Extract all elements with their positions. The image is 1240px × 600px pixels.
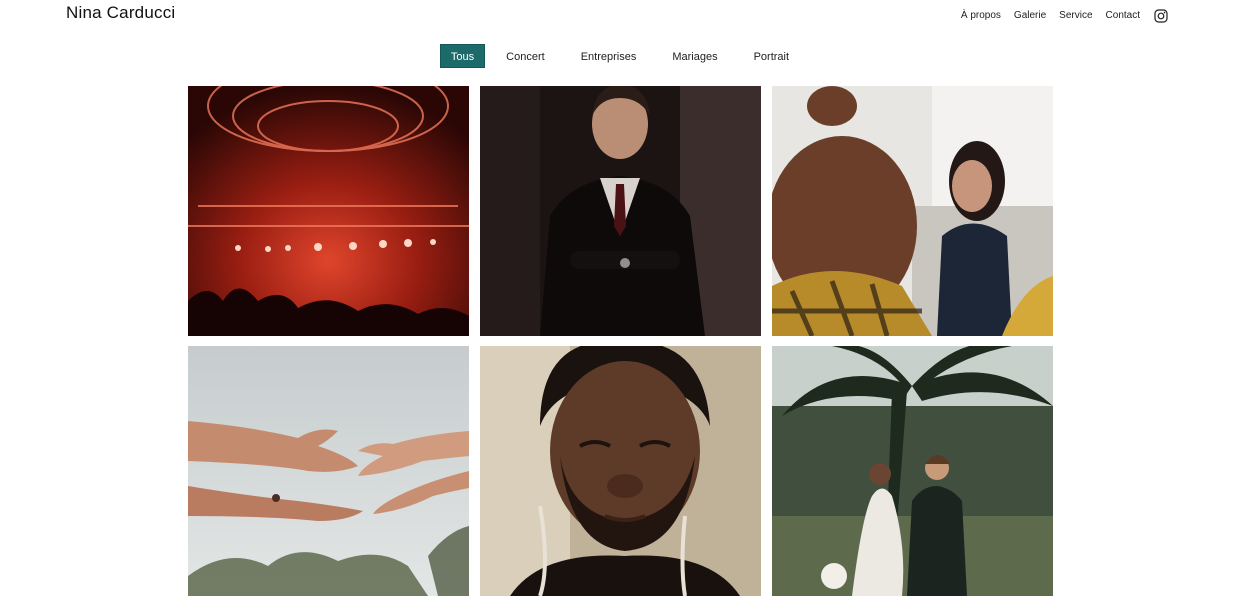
photo-gallery [188,86,1053,596]
concert-photo [188,86,469,336]
gallery-photo-hands[interactable] [188,346,469,596]
hands-photo [188,346,469,596]
nav-link-service[interactable]: Service [1059,10,1092,21]
gallery-photo-meeting[interactable] [772,86,1053,336]
wedding-photo [772,346,1053,596]
gallery-photo-wedding[interactable] [772,346,1053,596]
gallery-photo-concert[interactable] [188,86,469,336]
meeting-photo [772,86,1053,336]
nav-link-contact[interactable]: Contact [1106,10,1140,21]
gallery-photo-businessman[interactable] [480,86,761,336]
instagram-icon[interactable] [1154,9,1168,23]
nav-link-galerie[interactable]: Galerie [1014,10,1046,21]
portrait-photo [480,346,761,596]
filter-concert[interactable]: Concert [495,44,556,68]
filter-entreprises[interactable]: Entreprises [570,44,648,68]
top-nav: À propos Galerie Service Contact [961,8,1168,23]
filter-tous[interactable]: Tous [439,44,486,68]
nav-link-a-propos[interactable]: À propos [961,10,1001,21]
businessman-photo [480,86,761,336]
filter-portrait[interactable]: Portrait [743,44,800,68]
gallery-photo-portrait[interactable] [480,346,761,596]
gallery-filters: Tous Concert Entreprises Mariages Portra… [0,44,1240,68]
filter-mariages[interactable]: Mariages [661,44,728,68]
site-title[interactable]: Nina Carducci [66,3,175,23]
